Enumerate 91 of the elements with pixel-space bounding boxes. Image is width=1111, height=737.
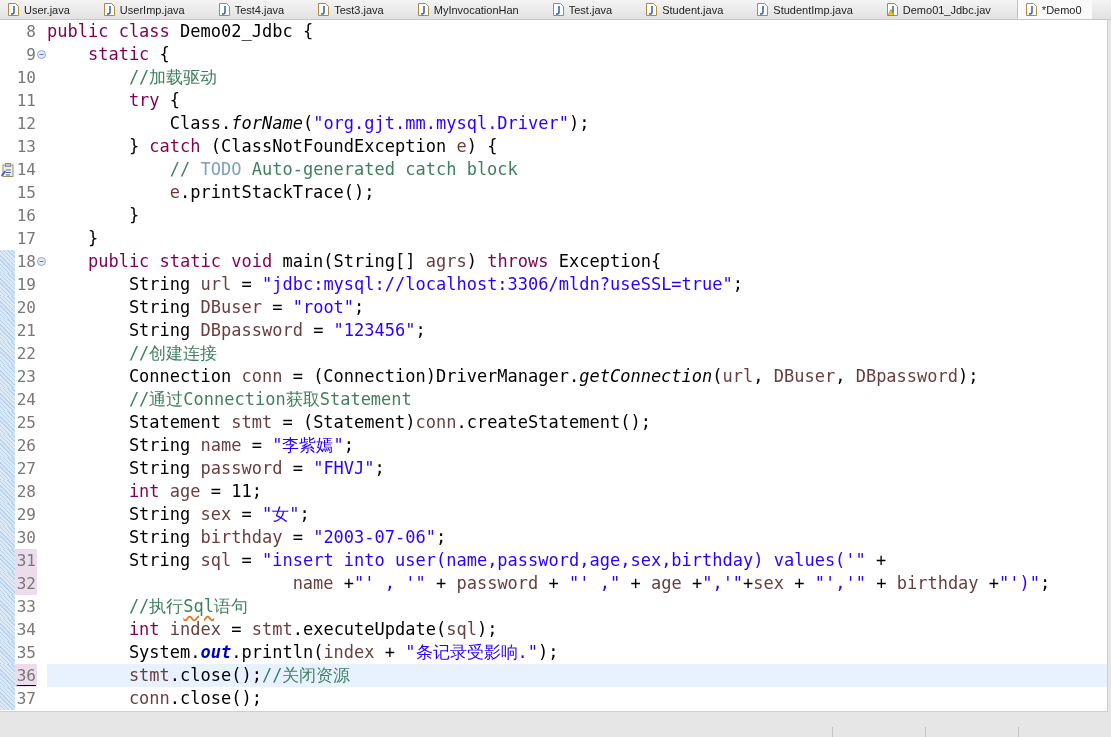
code-line: String sex = "女"; bbox=[127, 503, 311, 526]
code-line: String url = "jdbc:mysql://localhost:3306/mldn?useSSL=true"; bbox=[127, 273, 745, 296]
java-file-icon bbox=[757, 3, 769, 16]
line-number: 11 bbox=[15, 90, 37, 112]
line-number: 29 bbox=[15, 504, 37, 526]
code-line: } bbox=[127, 204, 141, 227]
code-line: name +"' , '" + password + "' ," + age +",'"+sex + "','" + birthday +"')"; bbox=[291, 572, 1052, 595]
code-line: public static void main(String[] agrs) throws Exception{ bbox=[86, 250, 663, 273]
line-number: 30 bbox=[15, 527, 37, 549]
editor-tab[interactable]: Student.java bbox=[638, 0, 750, 19]
java-file-icon bbox=[103, 3, 115, 16]
tab-label: Student.java bbox=[662, 3, 724, 16]
code-line: String password = "FHVJ"; bbox=[127, 457, 386, 480]
line-number: 24 bbox=[15, 389, 37, 411]
java-file-icon bbox=[552, 3, 564, 16]
code-line: try { bbox=[127, 89, 182, 112]
line-number: 18 bbox=[15, 251, 37, 273]
line-number: 31 bbox=[15, 549, 37, 572]
line-number: 16 bbox=[15, 205, 37, 227]
code-line: //创建连接 bbox=[127, 342, 219, 365]
code-line: } bbox=[86, 227, 100, 250]
line-number: 34 bbox=[15, 619, 37, 641]
editor-tab[interactable]: Test3.java bbox=[310, 0, 410, 19]
collapse-icon[interactable] bbox=[37, 257, 46, 266]
line-number: 19 bbox=[15, 274, 37, 296]
code-line: String birthday = "2003-07-06"; bbox=[127, 526, 448, 549]
code-line: e.printStackTrace(); bbox=[168, 181, 376, 204]
line-number: 14 bbox=[15, 159, 37, 181]
code-line: int age = 11; bbox=[127, 480, 263, 503]
tab-label: Test3.java bbox=[334, 3, 384, 16]
editor-tab[interactable]: User.java bbox=[0, 0, 96, 19]
code-line: Connection conn = (Connection)DriverManager.getConnection(url, DBuser, DBpassword); bbox=[127, 365, 980, 388]
line-number: 22 bbox=[15, 343, 37, 365]
line-number: 36 bbox=[15, 664, 37, 687]
line-number: 12 bbox=[15, 113, 37, 135]
editor-tab[interactable]: MyInvocationHan bbox=[409, 0, 545, 19]
code-line: Statement stmt = (Statement)conn.createStatement(); bbox=[127, 411, 652, 434]
java-file-icon bbox=[318, 3, 330, 16]
editor-tab[interactable]: *Demo0 bbox=[1016, 0, 1092, 19]
java-file-icon bbox=[8, 3, 19, 16]
code-line: // TODO Auto-generated catch block bbox=[168, 158, 519, 181]
code-line: } catch (ClassNotFoundException e) { bbox=[127, 135, 499, 158]
line-number: 21 bbox=[15, 320, 37, 342]
code-line: int index = stmt.executeUpdate(sql); bbox=[127, 618, 499, 641]
code-line: conn.close(); bbox=[127, 687, 263, 710]
code-line: static { bbox=[86, 43, 171, 66]
tab-label: Test4.java bbox=[234, 3, 285, 16]
collapse-icon[interactable] bbox=[37, 50, 46, 59]
line-number: 8 bbox=[25, 21, 37, 43]
code-line: //通过Connection获取Statement bbox=[127, 388, 413, 411]
line-number: 35 bbox=[15, 642, 37, 664]
code-line: String name = "李紫嫣"; bbox=[127, 434, 355, 457]
code-line: String sql = "insert into user(name,password,age,sex,birthday) values('" + bbox=[127, 549, 888, 572]
code-line: public class Demo02_Jdbc { bbox=[47, 20, 315, 43]
java-file-icon bbox=[417, 3, 429, 16]
tab-label: Demo01_Jdbc.jav bbox=[902, 3, 991, 16]
line-number: 17 bbox=[15, 228, 37, 250]
editor-tab[interactable]: UserImp.java bbox=[95, 0, 211, 19]
tab-label: UserImp.java bbox=[119, 3, 185, 16]
line-number: 33 bbox=[15, 596, 37, 618]
code-line: //执行Sql语句 bbox=[127, 595, 250, 618]
tab-label: Test.java bbox=[568, 3, 613, 16]
line-number: 27 bbox=[15, 458, 37, 480]
tab-label: MyInvocationHan bbox=[433, 3, 519, 16]
line-number: 13 bbox=[15, 136, 37, 158]
java-file-icon bbox=[1025, 3, 1037, 16]
line-number: 37 bbox=[15, 688, 37, 710]
line-number: 28 bbox=[15, 481, 37, 503]
java-file-icon bbox=[646, 3, 658, 16]
code-line: String DBuser = "root"; bbox=[127, 296, 366, 319]
line-number: 23 bbox=[15, 366, 37, 388]
line-number: 10 bbox=[15, 67, 37, 89]
tab-label: User.java bbox=[24, 3, 70, 16]
code-line: //加载驱动 bbox=[127, 66, 219, 89]
line-number: 32 bbox=[15, 572, 37, 595]
editor-tab[interactable]: Test4.java bbox=[210, 0, 311, 19]
tab-label: StudentImp.java bbox=[773, 3, 853, 16]
line-number: 15 bbox=[15, 182, 37, 204]
editor-tab[interactable]: Demo01_Jdbc.jav bbox=[878, 0, 1017, 19]
line-number: 9 bbox=[25, 44, 37, 66]
line-number: 26 bbox=[15, 435, 37, 457]
tab-label: *Demo0 bbox=[1041, 3, 1082, 16]
code-line: Class.forName("org.gjt.mm.mysql.Driver"); bbox=[168, 112, 591, 135]
java-file-icon bbox=[218, 3, 230, 16]
code-line: System.out.println(index + "条记录受影响."); bbox=[127, 641, 560, 664]
line-number: 20 bbox=[15, 297, 37, 319]
line-number: 25 bbox=[15, 412, 37, 434]
task-icon[interactable] bbox=[1, 162, 14, 177]
code-line: String DBpassword = "123456"; bbox=[127, 319, 427, 342]
editor-tab[interactable]: StudentImp.java bbox=[749, 0, 879, 19]
editor-tab[interactable]: Test.java bbox=[544, 0, 639, 19]
